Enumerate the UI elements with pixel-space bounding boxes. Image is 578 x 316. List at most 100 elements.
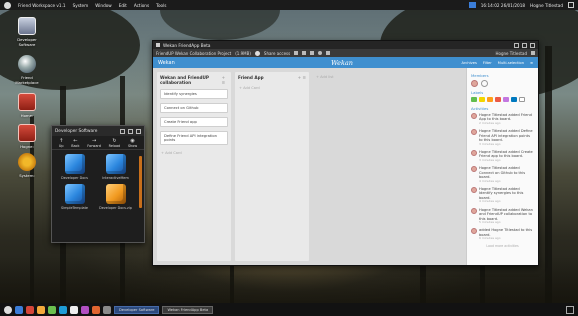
card[interactable]: Connect on Github [160, 103, 228, 113]
activity-item: Hogne Titlestad added Identify synergies… [471, 186, 534, 204]
label-swatch[interactable] [487, 97, 493, 102]
reload-button[interactable]: ↻ Reload [109, 138, 121, 148]
workspace-name[interactable]: Friend Workspace v1.1 [18, 3, 66, 8]
friend-logo-icon[interactable] [4, 1, 11, 9]
close-button[interactable] [136, 128, 141, 134]
share-icon[interactable] [254, 50, 260, 56]
forward-button[interactable]: → Forward [87, 138, 101, 148]
desktop-icon-system[interactable]: System: [12, 153, 42, 178]
add-list-button[interactable]: + Add list [313, 72, 353, 261]
start-menu-icon[interactable] [4, 305, 12, 314]
member-avatar[interactable] [471, 80, 478, 87]
window-icon[interactable] [302, 51, 307, 55]
activity-text: Hogne Titlestad added Define Friend API … [479, 129, 533, 143]
share-access-link[interactable]: Share access [264, 51, 290, 56]
desktop-icon-developer-software[interactable]: Developer Software [12, 17, 42, 47]
archives-link[interactable]: Archives [462, 61, 477, 65]
wekan-user-menu[interactable]: Hogne Titlestad [496, 51, 527, 56]
file-item[interactable]: SimpleTemplate [56, 184, 93, 210]
window-titlebar[interactable]: Wekan FriendApp Beta [153, 41, 538, 49]
labels-palette [471, 97, 534, 102]
label-swatch[interactable] [471, 97, 477, 102]
dock-app-icon[interactable] [59, 305, 67, 314]
maximize-button[interactable] [522, 42, 527, 48]
add-label-button[interactable] [519, 97, 525, 102]
user-avatar[interactable] [471, 149, 477, 156]
menu-tools[interactable]: Tools [156, 3, 166, 8]
task-wekan[interactable]: Wekan FriendApp Beta [162, 305, 214, 314]
minimize-button[interactable] [514, 42, 519, 48]
list-menu-icon[interactable]: + ≡ [298, 75, 306, 80]
dock-app-icon[interactable] [37, 305, 45, 314]
show-button[interactable]: ◉ Show [128, 138, 137, 148]
current-user[interactable]: Hogne Titlestad [530, 3, 563, 8]
dock-app-icon[interactable] [81, 305, 89, 314]
window-title: Wekan FriendApp Beta [163, 42, 211, 48]
dock-app-icon[interactable] [103, 305, 111, 314]
file-item[interactable]: Developer Docs.zip [97, 184, 134, 210]
window-switch-icon[interactable] [568, 2, 574, 8]
dock-app-icon[interactable] [70, 305, 78, 314]
download-icon[interactable] [310, 51, 315, 55]
menu-edit[interactable]: Edit [119, 3, 127, 8]
key-icon[interactable] [326, 51, 331, 55]
list-title[interactable]: Wekan and FriendUP collaboration [160, 75, 222, 85]
wekan-toolbar: FriendUP Wekan Collaboration Project (1.… [153, 49, 538, 57]
user-avatar[interactable] [471, 228, 477, 235]
user-avatar[interactable] [471, 129, 477, 136]
wekan-logo[interactable]: Wekan [331, 59, 353, 67]
activity-time: 4 minutes ago [479, 199, 501, 204]
file-item[interactable]: Developer Docs [56, 154, 93, 180]
desktop-icon-friend-marketplace[interactable]: Friend Marketplace [12, 55, 42, 85]
task-developer-software[interactable]: Developer Software [114, 305, 160, 314]
filter-link[interactable]: Filter [483, 61, 492, 65]
trash-icon[interactable] [294, 51, 299, 55]
label-swatch[interactable] [511, 97, 517, 102]
multi-selection-link[interactable]: Multi-selection [498, 61, 524, 65]
hamburger-menu-icon[interactable]: ≡ [530, 61, 533, 65]
label-swatch[interactable] [479, 97, 485, 102]
menu-actions[interactable]: Actions [134, 3, 149, 8]
file-item[interactable]: InteractiveMem [97, 154, 134, 180]
card[interactable]: Create Friend app [160, 117, 228, 127]
board-title[interactable]: Wekan [158, 60, 175, 66]
user-avatar[interactable] [471, 113, 477, 119]
list-title[interactable]: Friend App [238, 75, 264, 80]
user-avatar[interactable] [471, 166, 477, 173]
dock-files-icon[interactable] [15, 305, 23, 314]
dock-app-icon[interactable] [26, 305, 34, 314]
desktop-icon-home[interactable]: Home: [12, 93, 42, 118]
label-swatch[interactable] [503, 97, 509, 102]
close-button[interactable] [530, 42, 535, 48]
label-swatch[interactable] [495, 97, 501, 102]
refresh-icon[interactable] [318, 51, 323, 55]
dock-app-icon[interactable] [92, 305, 100, 314]
add-card-button[interactable]: + Add Card [160, 149, 228, 157]
menu-system[interactable]: System [73, 3, 89, 8]
list-menu-icon[interactable]: + ≡ [222, 75, 228, 85]
card[interactable]: Define Friend API integration points [160, 131, 228, 145]
add-member-button[interactable] [481, 80, 489, 87]
activity-item: Hogne Titlestad added Wekan and FriendUP… [471, 207, 534, 225]
desktop-icon-hogne[interactable]: Hogne: [12, 124, 42, 149]
minimize-button[interactable] [120, 128, 125, 134]
project-tab[interactable]: FriendUP Wekan Collaboration Project [156, 51, 231, 56]
disk-icon [18, 93, 36, 111]
workspace-indicator-icon[interactable] [468, 2, 476, 8]
user-avatar[interactable] [471, 207, 477, 214]
dock-app-icon[interactable] [48, 305, 56, 314]
show-desktop-icon[interactable] [566, 305, 574, 314]
user-avatar[interactable] [471, 186, 477, 193]
menu-window[interactable]: Window [95, 3, 112, 8]
add-card-button[interactable]: + Add Card [238, 84, 306, 92]
up-button[interactable]: ↑ Up [59, 138, 64, 148]
back-button[interactable]: ← Back [71, 138, 79, 148]
card[interactable]: Identify synergies [160, 89, 228, 99]
window-titlebar[interactable]: Developer Software [52, 126, 144, 136]
app-icon [156, 43, 160, 47]
package-icon [64, 184, 85, 204]
maximize-button[interactable] [128, 128, 133, 134]
settings-icon[interactable] [531, 51, 535, 55]
scrollbar[interactable] [139, 156, 142, 208]
load-more-link[interactable]: Load more activities [471, 244, 534, 248]
